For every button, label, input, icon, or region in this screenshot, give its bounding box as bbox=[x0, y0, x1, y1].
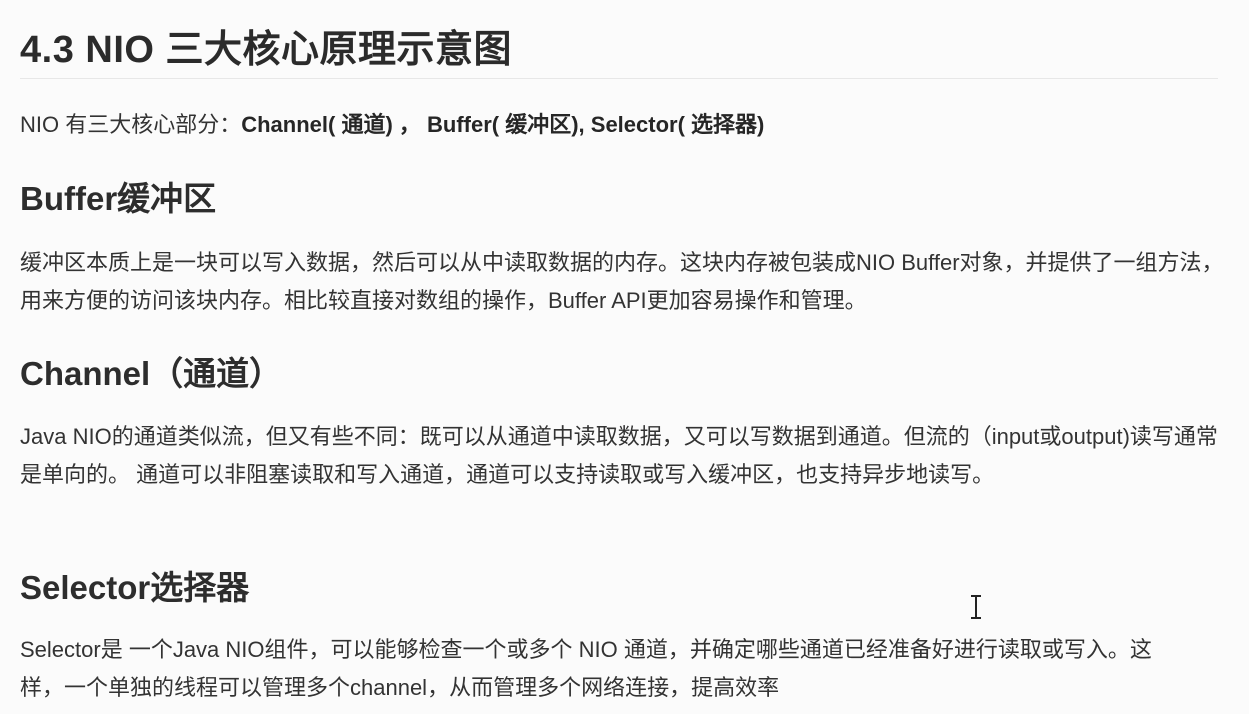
document-page: 4.3 NIO 三大核心原理示意图 NIO 有三大核心部分：Channel( 通… bbox=[0, 0, 1249, 714]
page-title: 4.3 NIO 三大核心原理示意图 bbox=[20, 29, 512, 71]
selector-heading: Selector选择器 bbox=[20, 569, 250, 606]
intro-prefix: NIO 有三大核心部分： bbox=[20, 112, 242, 137]
channel-heading: Channel（通道） bbox=[20, 355, 283, 392]
intro-paragraph: NIO 有三大核心部分：Channel( 通道) ， Buffer( 缓冲区),… bbox=[20, 106, 764, 144]
buffer-paragraph: 缓冲区本质上是一块可以写入数据，然后可以从中读取数据的内存。这块内存被包装成NI… bbox=[20, 250, 1224, 313]
channel-paragraph: Java NIO的通道类似流，但又有些不同：既可以从通道中读取数据，又可以写数据… bbox=[20, 424, 1218, 487]
title-divider bbox=[20, 78, 1218, 79]
selector-paragraph: Selector是 一个Java NIO组件，可以能够检查一个或多个 NIO 通… bbox=[20, 637, 1152, 700]
text-cursor-icon bbox=[971, 595, 981, 619]
buffer-heading: Buffer缓冲区 bbox=[20, 180, 217, 217]
intro-core-parts: Channel( 通道) ， Buffer( 缓冲区), Selector( 选… bbox=[241, 112, 765, 137]
